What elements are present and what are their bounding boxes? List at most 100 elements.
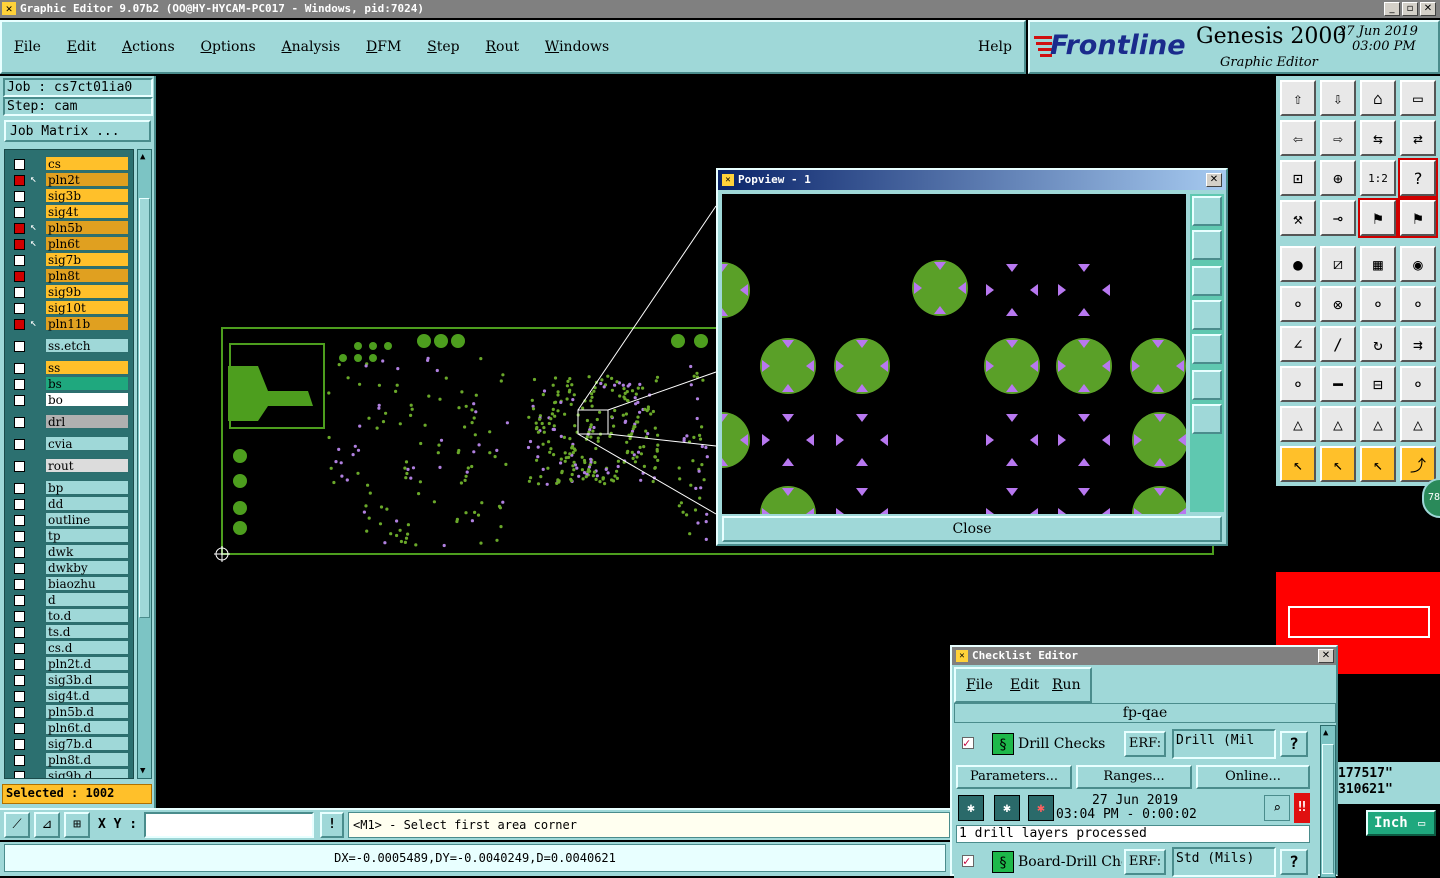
layer-row-sig7b[interactable]: sig7b <box>11 252 129 267</box>
layer-row-cs[interactable]: cs <box>11 156 129 171</box>
layer-checkbox[interactable] <box>14 643 25 654</box>
drill-checks-help-button[interactable]: ? <box>1280 731 1308 757</box>
layer-name[interactable]: sig7b <box>45 252 129 267</box>
board-drill-help-button[interactable]: ? <box>1280 849 1308 875</box>
tool-scale-icon[interactable]: 1:2 <box>1360 160 1396 196</box>
tool-settings-icon[interactable]: ⚒ <box>1280 200 1316 236</box>
maximize-button[interactable]: ▫ <box>1402 2 1418 16</box>
zoom-result-icon[interactable]: ⌕ <box>1264 795 1290 821</box>
layer-name[interactable]: dwk <box>45 544 129 559</box>
layer-checkbox[interactable] <box>14 499 25 510</box>
run-icon-1[interactable]: ✱ <box>958 795 984 821</box>
snap-tool-2[interactable]: ⊿ <box>34 812 60 838</box>
checklist-menu-run[interactable]: Run <box>1052 677 1081 693</box>
layer-row-sig4t[interactable]: sig4t <box>11 204 129 219</box>
layer-name[interactable]: pln6t.d <box>45 720 129 735</box>
drill-checks-erf-button[interactable]: ERF: <box>1124 731 1166 757</box>
tool-fit-icon[interactable]: ⊡ <box>1280 160 1316 196</box>
menu-options[interactable]: Options <box>200 39 255 55</box>
tool-ruler-icon[interactable]: ▦ <box>1360 246 1396 282</box>
tool-right-icon[interactable]: ⇨ <box>1320 120 1356 156</box>
layer-name[interactable]: biaozhu <box>45 576 129 591</box>
layer-name[interactable]: pln8t.d <box>45 752 129 767</box>
checklist-titlebar[interactable]: ✕ Checklist Editor ✕ <box>952 647 1336 665</box>
xy-input[interactable] <box>144 812 314 838</box>
layer-name[interactable]: ss <box>45 360 129 375</box>
layer-checkbox[interactable] <box>14 191 25 202</box>
layer-checkbox[interactable] <box>14 175 25 186</box>
layer-checkbox[interactable] <box>14 579 25 590</box>
ranges-button[interactable]: Ranges... <box>1076 765 1192 789</box>
layer-checkbox[interactable] <box>14 363 25 374</box>
layer-row-dd[interactable]: dd <box>11 496 129 511</box>
layer-name[interactable]: sig3b.d <box>45 672 129 687</box>
layer-row-ss[interactable]: ss <box>11 360 129 375</box>
menu-dfm[interactable]: DFM <box>366 39 401 55</box>
layer-name[interactable]: pln8t <box>45 268 129 283</box>
excl-button[interactable]: ! <box>320 812 344 838</box>
layer-row-dwkby[interactable]: dwkby <box>11 560 129 575</box>
tool-center-icon[interactable]: ⊕ <box>1320 160 1356 196</box>
tool-triangle-a-icon[interactable]: △ <box>1280 406 1316 442</box>
layer-name[interactable]: bo <box>45 392 129 407</box>
popview-close-button[interactable]: Close <box>722 516 1222 542</box>
layer-row-pln8t[interactable]: pln8t <box>11 268 129 283</box>
layer-row-bp[interactable]: bp <box>11 480 129 495</box>
layer-checkbox[interactable] <box>14 659 25 670</box>
parameters-button[interactable]: Parameters... <box>956 765 1072 789</box>
units-selector[interactable]: Inch ▭ <box>1366 810 1436 836</box>
layer-row-pln5b-d[interactable]: pln5b.d <box>11 704 129 719</box>
checklist-menu-file[interactable]: File <box>966 677 993 693</box>
checklist-scroll-up[interactable]: ▲ <box>1323 728 1328 738</box>
layer-name[interactable]: bp <box>45 480 129 495</box>
layer-name[interactable]: ss.etch <box>45 338 129 353</box>
tool-move-icon[interactable]: ⚬ <box>1280 366 1316 402</box>
layer-name[interactable]: sig4t <box>45 204 129 219</box>
layer-checkbox[interactable] <box>14 739 25 750</box>
layer-name[interactable]: outline <box>45 512 129 527</box>
snap-tool-1[interactable]: ⟋ <box>4 812 30 838</box>
layer-checkbox[interactable] <box>14 707 25 718</box>
drill-checks-erf-field[interactable]: Drill (Mil <box>1172 729 1276 759</box>
layer-checkbox[interactable] <box>14 395 25 406</box>
tool-line-b-icon[interactable]: ⚬ <box>1400 286 1436 322</box>
layer-checkbox[interactable] <box>14 723 25 734</box>
layer-name[interactable]: rout <box>45 458 129 473</box>
layer-name[interactable]: cvia <box>45 436 129 451</box>
tool-layers-a-icon[interactable]: ⚑ <box>1358 198 1398 238</box>
tool-pointer-b-icon[interactable]: ↖ <box>1320 446 1356 482</box>
menu-edit[interactable]: Edit <box>67 39 96 55</box>
minimize-button[interactable]: _ <box>1384 2 1400 16</box>
tool-select-pad-icon[interactable]: ◉ <box>1400 246 1436 282</box>
scroll-up-arrow[interactable]: ▲ <box>140 152 145 162</box>
layer-row-sig4t-d[interactable]: sig4t.d <box>11 688 129 703</box>
run-icon-3[interactable]: ✱ <box>1028 795 1054 821</box>
scroll-down-arrow[interactable]: ▼ <box>140 766 145 776</box>
layer-checkbox[interactable] <box>14 379 25 390</box>
layer-checkbox[interactable] <box>14 611 25 622</box>
tool-exchange-icon[interactable]: ⇄ <box>1400 120 1436 156</box>
layer-name[interactable]: sig4t.d <box>45 688 129 703</box>
layer-row-dwk[interactable]: dwk <box>11 544 129 559</box>
layer-row-pln8t-d[interactable]: pln8t.d <box>11 752 129 767</box>
tool-triangle-c-icon[interactable]: △ <box>1360 406 1396 442</box>
layer-name[interactable]: sig7b.d <box>45 736 129 751</box>
layer-row-cvia[interactable]: cvia <box>11 436 129 451</box>
popview-tool-2[interactable] <box>1192 230 1222 260</box>
tool-pointer-icon[interactable]: ↖ <box>1280 446 1316 482</box>
tool-box-icon[interactable]: ⊟ <box>1360 366 1396 402</box>
tool-home-icon[interactable]: ⌂ <box>1360 80 1396 116</box>
layer-checkbox[interactable] <box>14 239 25 250</box>
layer-name[interactable]: dd <box>45 496 129 511</box>
tool-download-icon[interactable]: ⇩ <box>1320 80 1356 116</box>
menu-file[interactable]: File <box>14 39 41 55</box>
layer-checkbox[interactable] <box>14 461 25 472</box>
layer-checkbox[interactable] <box>14 755 25 766</box>
layer-name[interactable]: pln5b.d <box>45 704 129 719</box>
tool-window-icon[interactable]: ▭ <box>1400 80 1436 116</box>
tool-line-icon[interactable]: ⚬ <box>1360 286 1396 322</box>
layer-row-sig3b[interactable]: sig3b <box>11 188 129 203</box>
layer-name[interactable]: pln11b <box>45 316 129 331</box>
layer-row-sig3b-d[interactable]: sig3b.d <box>11 672 129 687</box>
layer-row-pln6t-d[interactable]: pln6t.d <box>11 720 129 735</box>
